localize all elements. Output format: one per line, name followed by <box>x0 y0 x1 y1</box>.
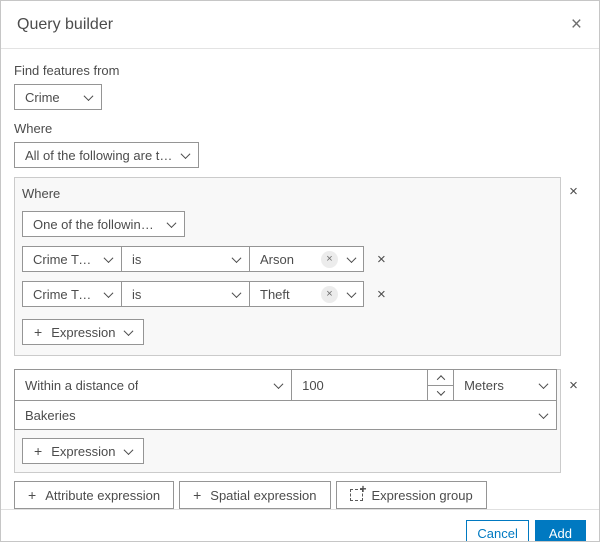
expression-group-2-row: Within a distance of Meters <box>14 369 586 473</box>
group-logical-operator-value: One of the following are tr… <box>33 216 160 232</box>
add-button[interactable]: Add <box>534 520 586 541</box>
plus-icon: + <box>193 487 202 503</box>
add-expression-button[interactable]: + Expression <box>22 319 144 345</box>
add-expression-label: Expression <box>51 324 116 340</box>
chevron-down-icon <box>538 408 549 419</box>
spatial-operator-select[interactable]: Within a distance of <box>14 369 293 401</box>
builder-actions: + Attribute expression + Spatial express… <box>14 481 586 509</box>
chevron-up-icon <box>436 374 445 384</box>
operator-select[interactable]: is <box>121 246 250 272</box>
query-builder-dialog: Query builder × Find features from Crime… <box>0 0 600 542</box>
add-expression-button[interactable]: + Expression <box>22 438 144 464</box>
expression-row: Crime Type is Arson × × <box>22 246 553 272</box>
chevron-down-icon <box>436 387 445 396</box>
layer-select-value: Crime <box>25 89 60 105</box>
stepper-up-button[interactable] <box>428 370 454 385</box>
stepper-down-button[interactable] <box>428 385 454 400</box>
chevron-down-icon <box>273 378 284 389</box>
field-select[interactable]: Crime Type <box>22 281 122 307</box>
add-expression-label: Expression <box>51 443 116 459</box>
spatial-expression-row: Within a distance of Meters <box>14 369 558 401</box>
find-features-label: Find features from <box>14 63 120 78</box>
field-select[interactable]: Crime Type <box>22 246 122 272</box>
plus-icon: + <box>34 324 43 340</box>
expression-row: Crime Type is Theft × × <box>22 281 553 307</box>
chevron-down-icon <box>231 287 242 298</box>
spatial-operator-value: Within a distance of <box>25 377 139 393</box>
chevron-down-icon <box>538 378 549 389</box>
field-select-value: Crime Type <box>33 251 97 267</box>
target-layer-select[interactable]: Bakeries <box>14 400 558 430</box>
page-title: Query builder <box>17 15 114 33</box>
dialog-footer: Cancel Add <box>1 509 599 541</box>
remove-group-column: × <box>561 369 586 393</box>
dialog-body: Find features from Crime Where All of th… <box>1 49 599 509</box>
layer-select[interactable]: Crime <box>14 84 102 110</box>
expression-group-label: Expression group <box>371 487 473 503</box>
plus-icon: + <box>28 487 37 503</box>
chevron-down-icon <box>180 148 191 159</box>
cancel-button[interactable]: Cancel <box>466 520 529 541</box>
value-select[interactable]: Theft × <box>249 281 364 307</box>
value-select[interactable]: Arson × <box>249 246 364 272</box>
group-where-label: Where <box>22 186 61 201</box>
chevron-down-icon <box>166 217 177 228</box>
remove-expression-icon[interactable]: × <box>377 252 386 267</box>
clear-value-icon[interactable]: × <box>321 250 338 268</box>
clear-value-icon[interactable]: × <box>321 285 338 303</box>
plus-icon: + <box>34 443 43 459</box>
field-select-value: Crime Type <box>33 286 97 302</box>
chevron-down-icon <box>123 444 133 455</box>
operator-select[interactable]: is <box>121 281 250 307</box>
remove-group-icon[interactable]: × <box>569 184 578 199</box>
chevron-down-icon <box>123 325 133 336</box>
dialog-header: Query builder × <box>1 1 599 49</box>
value-select-value: Theft <box>260 286 290 302</box>
chevron-down-icon <box>103 287 114 298</box>
distance-stepper <box>427 370 454 400</box>
remove-group-icon[interactable]: × <box>569 378 578 393</box>
expression-group-2: Within a distance of Meters <box>14 369 562 473</box>
chevron-down-icon <box>231 252 242 263</box>
value-select-value: Arson <box>260 251 294 267</box>
where-label: Where <box>14 121 53 136</box>
chevron-down-icon <box>346 287 357 298</box>
close-icon[interactable]: × <box>571 15 582 34</box>
operator-select-value: is <box>132 251 142 267</box>
distance-input-group <box>291 369 455 401</box>
expression-group-1: Where One of the following are tr… Crime… <box>14 177 562 356</box>
expression-group-1-row: Where One of the following are tr… Crime… <box>14 177 586 369</box>
expression-group-icon <box>349 483 367 501</box>
add-spatial-expression-button[interactable]: + Spatial expression <box>179 481 331 509</box>
remove-group-column: × <box>561 177 586 199</box>
unit-select[interactable]: Meters <box>453 369 558 401</box>
remove-expression-icon[interactable]: × <box>377 287 386 302</box>
logical-operator-select[interactable]: All of the following are true <box>14 142 199 168</box>
chevron-down-icon <box>346 252 357 263</box>
add-expression-group-button[interactable]: Expression group <box>335 481 487 509</box>
chevron-down-icon <box>83 90 94 101</box>
spatial-expression-label: Spatial expression <box>210 487 317 503</box>
logical-operator-value: All of the following are true <box>25 147 174 163</box>
unit-select-value: Meters <box>464 377 504 393</box>
add-attribute-expression-button[interactable]: + Attribute expression <box>14 481 175 509</box>
group-logical-operator-select[interactable]: One of the following are tr… <box>22 211 185 237</box>
chevron-down-icon <box>103 252 114 263</box>
distance-input[interactable] <box>292 370 428 400</box>
operator-select-value: is <box>132 286 142 302</box>
target-layer-row: Bakeries <box>14 400 558 430</box>
target-layer-value: Bakeries <box>25 407 76 423</box>
attribute-expression-label: Attribute expression <box>45 487 161 503</box>
